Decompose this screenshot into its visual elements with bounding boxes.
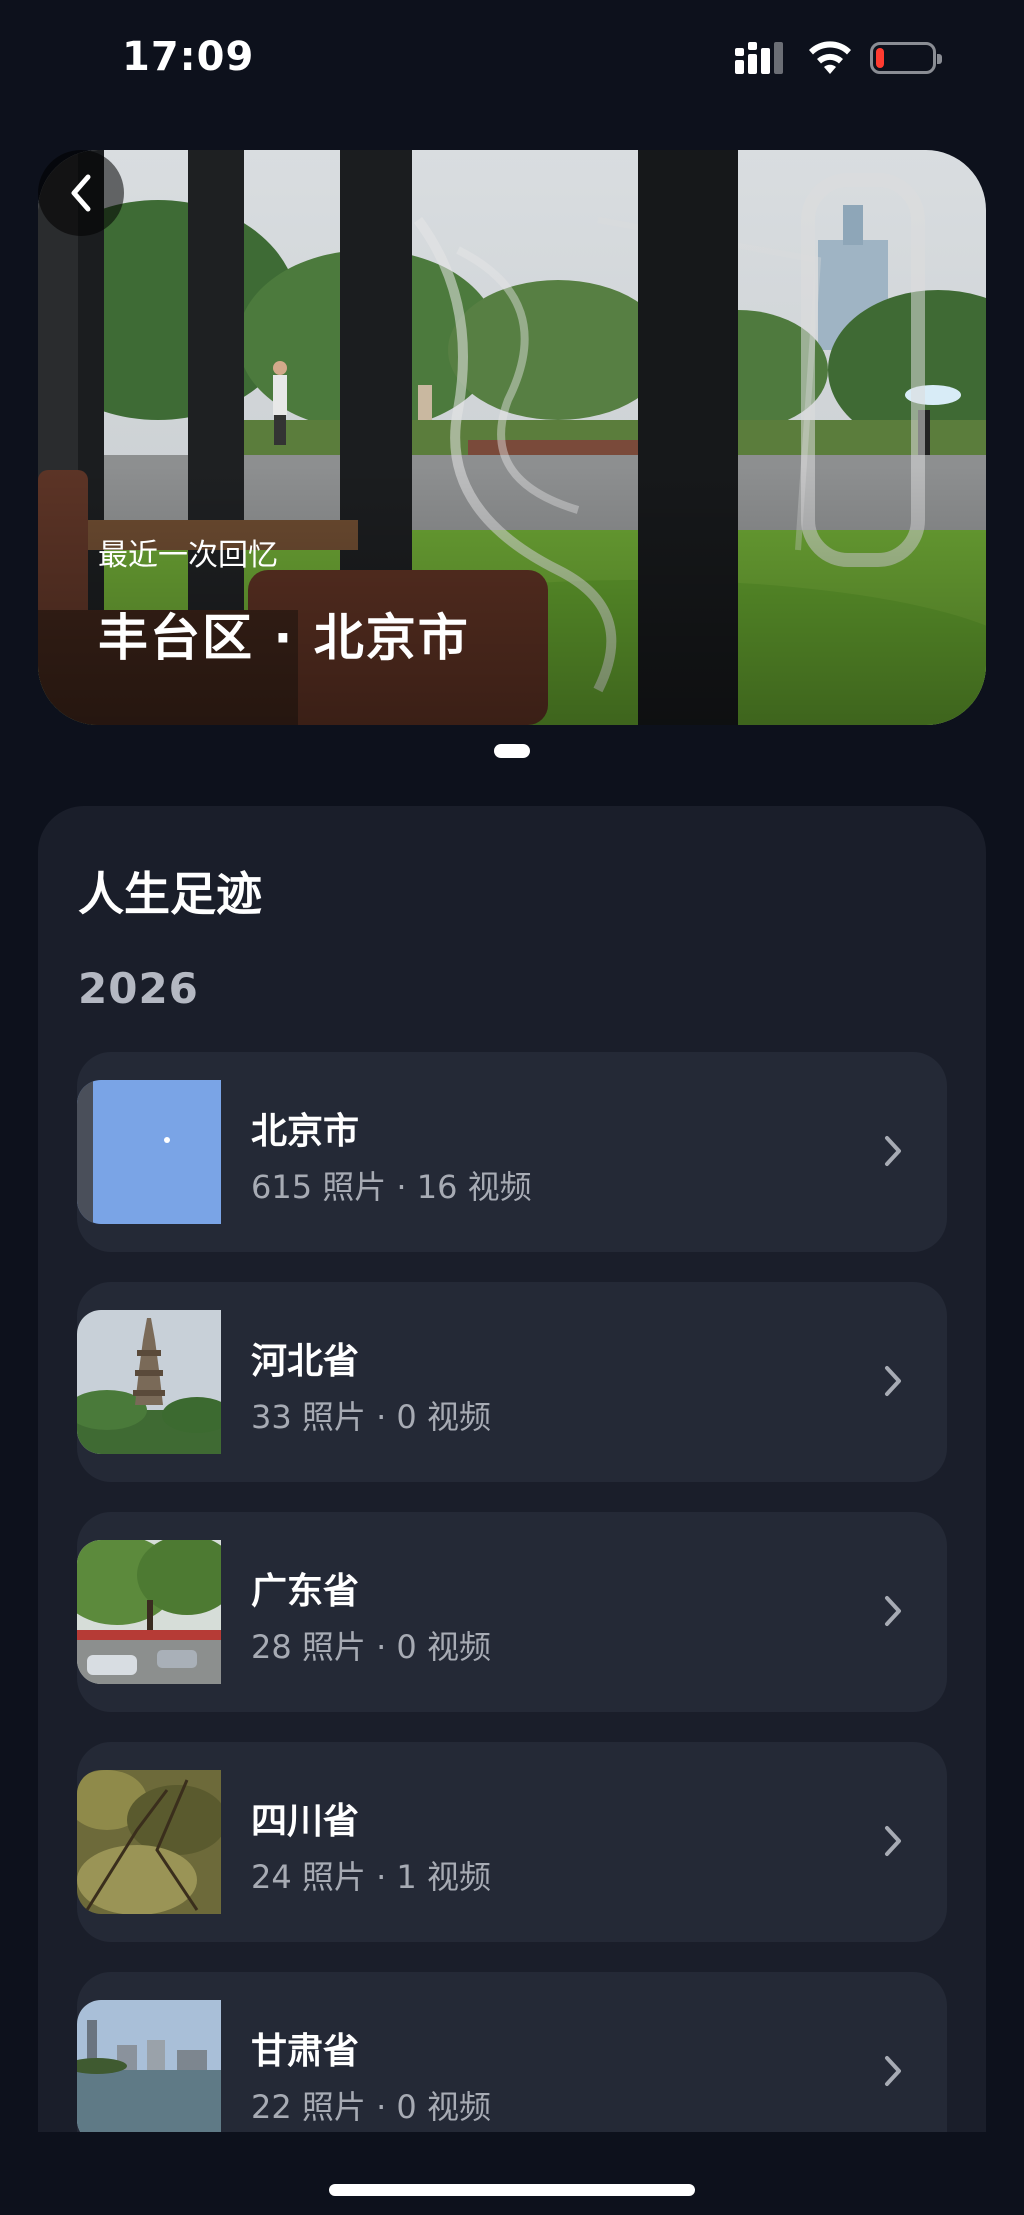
status-time: 17:09 — [122, 34, 255, 80]
memory-location-title: 丰台区 · 北京市 — [98, 609, 470, 667]
cellular-signal-icon — [735, 42, 783, 74]
location-counts: 28 照片 · 0 视频 — [251, 1628, 491, 1666]
location-thumbnail — [77, 1540, 221, 1684]
section-title: 人生足迹 — [78, 867, 262, 921]
location-counts: 33 照片 · 0 视频 — [251, 1398, 491, 1436]
location-name: 四川省 — [251, 1801, 360, 1842]
home-indicator[interactable] — [329, 2184, 695, 2196]
location-name: 甘肃省 — [251, 2031, 360, 2072]
footprint-item-hebei[interactable]: 河北省 33 照片 · 0 视频 — [77, 1282, 947, 1482]
location-name: 北京市 — [251, 1111, 360, 1152]
location-name: 广东省 — [251, 1571, 360, 1612]
location-counts: 615 照片 · 16 视频 — [251, 1168, 532, 1206]
location-thumbnail — [77, 1770, 221, 1914]
location-thumbnail — [77, 1080, 221, 1224]
battery-icon — [870, 42, 942, 74]
chevron-right-icon — [885, 1366, 901, 1396]
location-thumbnail — [77, 2000, 221, 2144]
location-name: 河北省 — [251, 1341, 360, 1382]
status-bar: 17:09 — [0, 0, 1024, 120]
page-indicator-dot — [494, 744, 530, 758]
footprint-item-sichuan[interactable]: 四川省 24 照片 · 1 视频 — [77, 1742, 947, 1942]
chevron-right-icon — [885, 1136, 901, 1166]
chevron-right-icon — [885, 2056, 901, 2086]
location-counts: 24 照片 · 1 视频 — [251, 1858, 491, 1896]
memory-subtitle: 最近一次回忆 — [98, 538, 278, 573]
footprint-item-beijing[interactable]: 北京市 615 照片 · 16 视频 — [77, 1052, 947, 1252]
chevron-left-icon — [71, 174, 91, 212]
location-thumbnail — [77, 1310, 221, 1454]
footprints-panel: 人生足迹 2026 北京市 615 照片 · 16 视频 河北省 33 照片 ·… — [38, 806, 986, 2215]
back-button[interactable] — [38, 150, 124, 236]
battery-level-fill — [876, 48, 884, 68]
bottom-safe-area — [0, 2132, 1024, 2215]
footprint-item-guangdong[interactable]: 广东省 28 照片 · 0 视频 — [77, 1512, 947, 1712]
year-label: 2026 — [78, 964, 199, 1013]
chevron-right-icon — [885, 1826, 901, 1856]
location-counts: 22 照片 · 0 视频 — [251, 2088, 491, 2126]
wifi-icon — [809, 41, 851, 74]
chevron-right-icon — [885, 1596, 901, 1626]
